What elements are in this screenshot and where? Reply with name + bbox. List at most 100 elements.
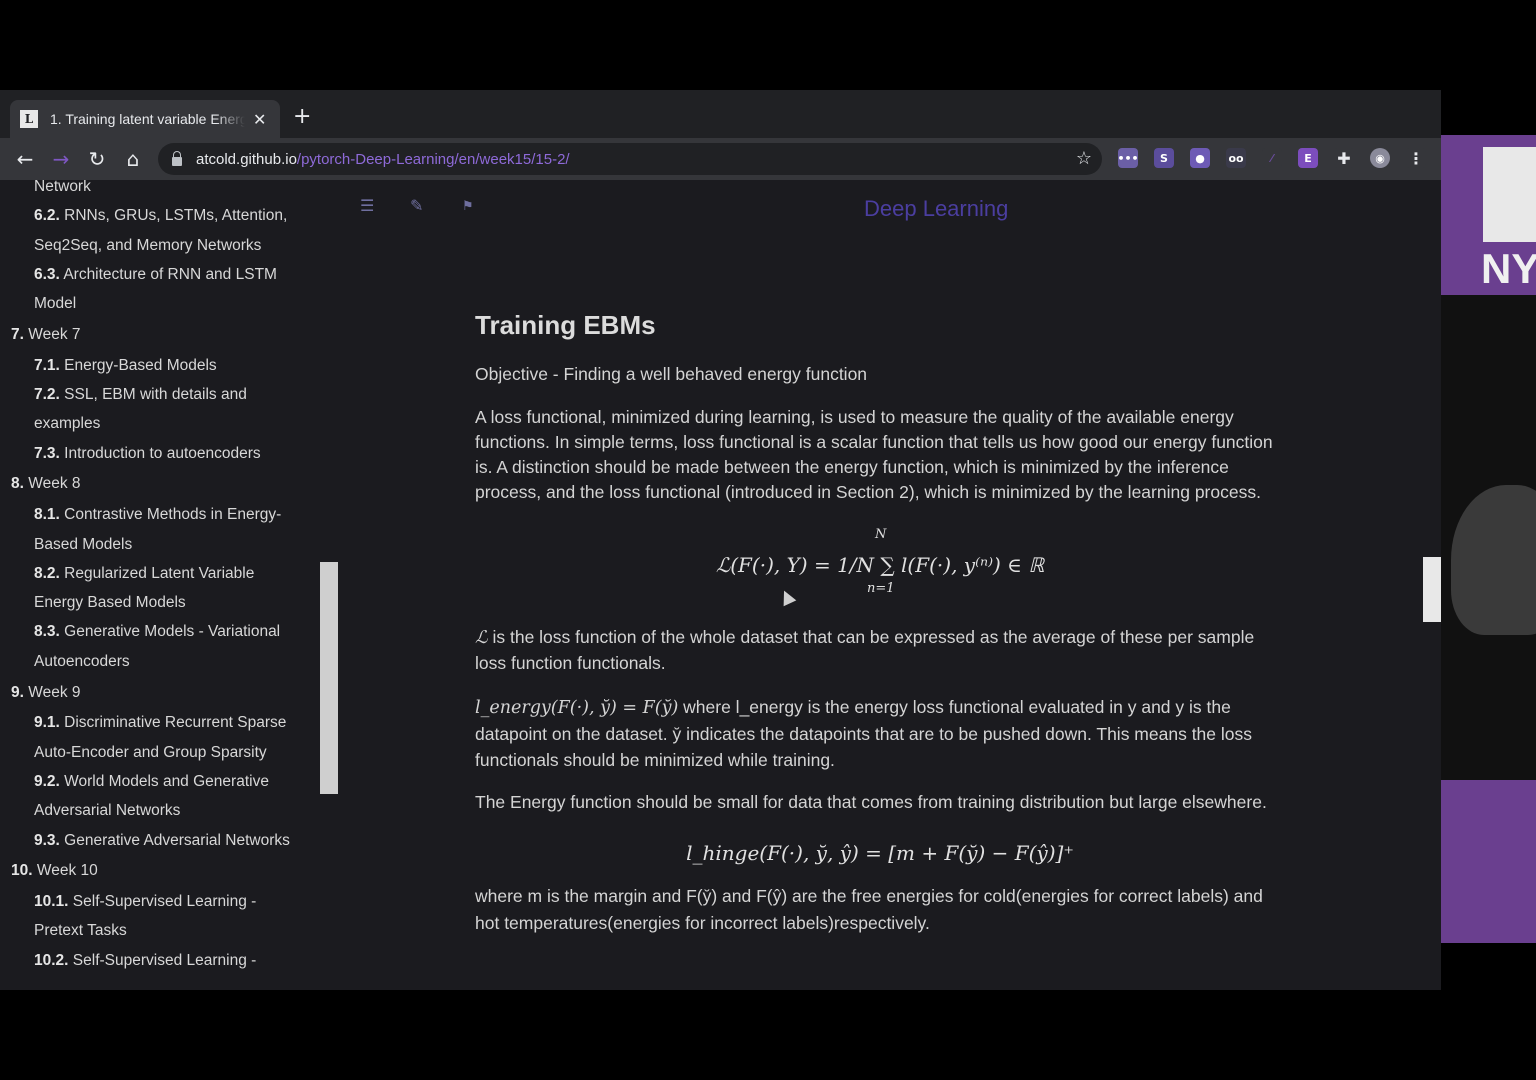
toc-item-number: 9.2. (34, 772, 60, 790)
toc-week-item[interactable]: 9. Week 9 (0, 678, 320, 707)
main-content: ☰ ✎ ⚑ Deep Learning Training EBMs Object… (338, 180, 1441, 990)
article: Training EBMs Objective - Finding a well… (475, 310, 1285, 937)
equation-sum-bottom: n=1 (867, 581, 895, 596)
webcam-video (1441, 295, 1536, 780)
toc-item-label: Generative Adversarial Networks (64, 831, 290, 849)
toc-item-number: 10.2. (34, 951, 69, 969)
toc-item-label: Discriminative Recurrent Sparse Auto-Enc… (34, 714, 287, 761)
toc-item-number: 10.1. (34, 893, 69, 911)
webcam-panel: NY (1441, 135, 1536, 943)
extension-bulb-icon[interactable]: ● (1190, 148, 1210, 168)
extension-eyes-icon[interactable]: oo (1226, 148, 1246, 168)
nyu-torch-logo (1483, 147, 1536, 242)
toc-item-label: World Models and Generative Adversarial … (34, 772, 269, 820)
toc-item-number: 7.2. (34, 386, 60, 404)
toc-week-item[interactable]: 7. Week 7 (0, 320, 320, 349)
toc-item-label: RNNs, GRUs, LSTMs, Attention, Seq2Seq, a… (34, 207, 288, 254)
toc-week-item[interactable]: 8. Week 8 (0, 469, 320, 498)
equation-loss: ℒ(F(·), Y) = 1/N ∑ l(F(·), y⁽ⁿ⁾) ∈ ℝ N n… (475, 527, 1285, 599)
forward-icon[interactable]: → (48, 146, 74, 172)
url-path: /pytorch-Deep-Learning/en/week15/15-2/ (296, 150, 570, 168)
address-bar[interactable]: atcold.github.io/pytorch-Deep-Learning/e… (158, 143, 1102, 175)
toc-subitem[interactable]: 6.2. RNNs, GRUs, LSTMs, Attention, Seq2S… (0, 201, 320, 260)
toc-item-label: Self-Supervised Learning - Pretext Tasks (34, 893, 257, 940)
toc-item-number: 8. (11, 475, 24, 493)
toc-subitem[interactable]: 7.1. Energy-Based Models (0, 351, 320, 380)
toc-subitem[interactable]: 8.3. Generative Models - Variational Aut… (0, 617, 320, 676)
toc-item-number: 6.2. (34, 207, 60, 225)
toc-item-number: 7.1. (34, 356, 60, 374)
toc-subitem[interactable]: 8.1. Contrastive Methods in Energy-Based… (0, 500, 320, 559)
back-icon[interactable]: ← (12, 146, 38, 172)
reload-icon[interactable]: ↻ (84, 146, 110, 172)
nyu-logo-text: NY (1481, 245, 1536, 292)
close-icon[interactable]: ✕ (253, 110, 266, 129)
toc-item-number: 8.3. (34, 623, 60, 641)
equation-hinge: l_hinge(F(·), y̆, ŷ) = [m + F(y̆) − F(ŷ)… (686, 841, 1074, 865)
toc-subitem[interactable]: 10.1. Self-Supervised Learning - Pretext… (0, 887, 320, 946)
toc-list: Network 6.2. RNNs, GRUs, LSTMs, Attention… (0, 180, 320, 975)
extension-e-icon[interactable]: E (1298, 148, 1318, 168)
toc-subitem[interactable]: 9.2. World Models and Generative Adversa… (0, 767, 320, 826)
toc-subitem[interactable]: 6.3. Architecture of RNN and LSTM Model (0, 260, 320, 319)
toc-item-label: Introduction to autoencoders (64, 444, 261, 462)
tab-active[interactable]: L 1. Training latent variable Energy Bas… (10, 100, 280, 138)
toc-item-number: 9.3. (34, 831, 60, 849)
toc-item-number: 7.3. (34, 444, 60, 462)
energy-loss-math: l_energy(F(·), y̆) = F(y̆) (475, 698, 679, 718)
browser-menu-icon[interactable]: ⋮ (1406, 148, 1426, 168)
toc-item-label: Week 10 (36, 862, 98, 880)
sidebar-toc: Network 6.2. RNNs, GRUs, LSTMs, Attention… (0, 180, 320, 990)
language-flag-icon[interactable]: ⚑ (462, 199, 474, 214)
toc-subitem[interactable]: 10.2. Self-Supervised Learning - (0, 946, 320, 975)
favicon-icon: L (20, 110, 38, 128)
extension-pin-icon[interactable]: ⁄ (1262, 148, 1282, 168)
lock-icon (172, 150, 182, 166)
sidebar-scroll-thumb[interactable] (320, 562, 338, 794)
browser-toolbar: ← → ↻ ⌂ atcold.github.io/pytorch-Deep-Le… (0, 138, 1441, 180)
bookmark-star-icon[interactable]: ☆ (1076, 148, 1092, 169)
paragraph-loss-dataset: ℒ is the loss function of the whole data… (475, 625, 1285, 676)
toc-subitem[interactable]: 9.3. Generative Adversarial Networks (0, 826, 320, 855)
tab-strip: L 1. Training latent variable Energy Bas… (0, 90, 1441, 138)
toc-week-item[interactable]: 10. Week 10 (0, 856, 320, 885)
toc-subitem[interactable]: 9.1. Discriminative Recurrent Sparse Aut… (0, 708, 320, 767)
sidebar-scrollbar[interactable] (320, 180, 338, 990)
paragraph-loss-dataset-text: is the loss function of the whole datase… (475, 627, 1255, 673)
browser-window: L 1. Training latent variable Energy Bas… (0, 90, 1441, 990)
toc-item-label: Network (34, 180, 91, 195)
paragraph-energy-function: The Energy function should be small for … (475, 792, 1267, 812)
toc-item-label: Week 7 (28, 325, 81, 343)
url-host: atcold.github.io (196, 150, 297, 168)
toc-item-label: Contrastive Methods in Energy-Based Mode… (34, 506, 282, 553)
toc-item-label: Week 8 (28, 475, 81, 493)
paragraph-margin: where m is the margin and F(y̆) and F(ŷ)… (475, 886, 1263, 933)
toc-subitem[interactable]: 7.2. SSL, EBM with details and examples (0, 380, 320, 439)
toc-item-number: 7. (11, 325, 24, 343)
new-tab-icon[interactable]: + (293, 104, 311, 130)
extension-counter-icon[interactable]: ••• (1117, 148, 1139, 168)
paragraph-energy-loss: l_energy(F(·), y̆) = F(y̆) where l_energ… (475, 694, 1285, 773)
extensions-puzzle-icon[interactable]: ✚ (1334, 148, 1354, 168)
toc-subitem[interactable]: Network (0, 180, 320, 201)
toc-item-number: 8.1. (34, 506, 60, 524)
book-title: Deep Learning (864, 196, 1009, 221)
page-scroll-thumb[interactable] (1423, 557, 1441, 622)
toc-subitem[interactable]: 8.2. Regularized Latent Variable Energy … (0, 559, 320, 618)
toc-item-number: 8.2. (34, 564, 60, 582)
book-menubar: ☰ ✎ ⚑ Deep Learning (338, 180, 1441, 230)
menu-icon[interactable]: ☰ (360, 196, 374, 215)
extension-s-icon[interactable]: S (1154, 148, 1174, 168)
profile-avatar[interactable]: ◉ (1370, 148, 1390, 168)
toc-item-number: 9. (11, 683, 24, 701)
objective-text: Objective - Finding a well behaved energ… (475, 364, 868, 384)
paintbrush-icon[interactable]: ✎ (410, 196, 423, 215)
tab-title: 1. Training latent variable Energy Based… (50, 111, 245, 127)
presenter-silhouette (1451, 485, 1536, 635)
toc-subitem[interactable]: 7.3. Introduction to autoencoders (0, 439, 320, 468)
loss-symbol: ℒ (475, 628, 488, 648)
equation-loss-text: ℒ(F(·), Y) = 1/N ∑ l(F(·), y⁽ⁿ⁾) ∈ ℝ (715, 553, 1045, 577)
section-heading: Training EBMs (475, 310, 656, 340)
toc-item-label: Energy-Based Models (64, 356, 217, 374)
home-icon[interactable]: ⌂ (120, 146, 146, 172)
